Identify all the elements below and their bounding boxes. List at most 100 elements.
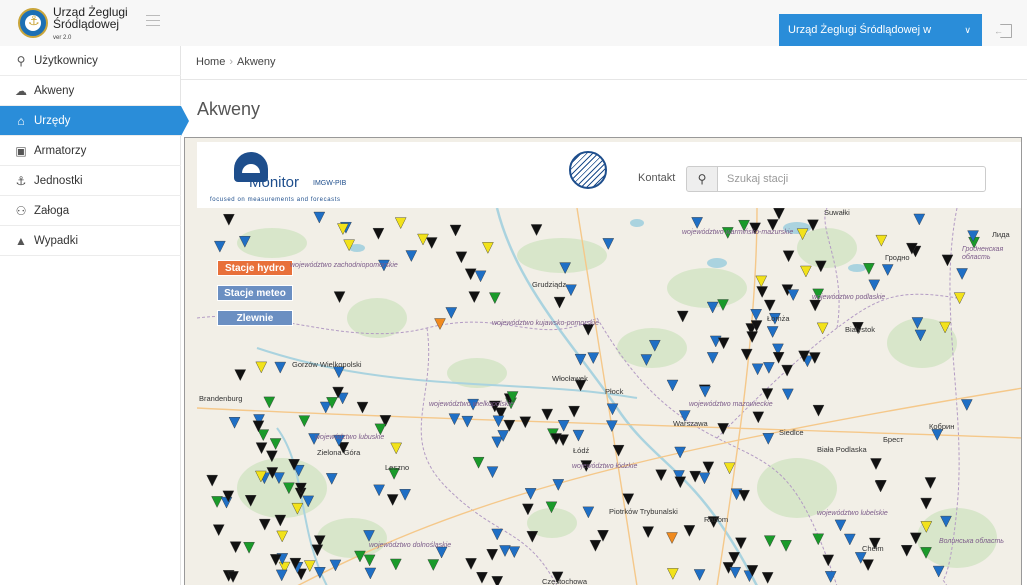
station-marker[interactable] xyxy=(723,462,736,475)
station-marker[interactable] xyxy=(761,572,774,584)
station-marker[interactable] xyxy=(476,572,488,584)
station-marker[interactable] xyxy=(243,542,255,554)
imgw-logo-icon[interactable] xyxy=(569,151,607,189)
station-marker[interactable] xyxy=(800,265,812,278)
station-marker[interactable] xyxy=(325,473,338,485)
station-marker[interactable] xyxy=(666,532,678,544)
station-marker[interactable] xyxy=(875,234,888,247)
station-marker[interactable] xyxy=(763,299,776,312)
station-marker[interactable] xyxy=(812,404,825,417)
station-marker[interactable] xyxy=(756,286,768,298)
station-marker[interactable] xyxy=(220,496,233,509)
station-marker[interactable] xyxy=(269,554,282,566)
station-marker[interactable] xyxy=(738,489,750,502)
station-marker[interactable] xyxy=(212,524,225,537)
station-marker[interactable] xyxy=(269,438,282,450)
station-marker[interactable] xyxy=(228,417,241,429)
sidebar-item-vessels[interactable]: ⚓ Jednostki xyxy=(0,166,181,196)
station-marker[interactable] xyxy=(255,442,268,455)
station-marker[interactable] xyxy=(941,254,954,267)
station-marker[interactable] xyxy=(333,291,346,304)
station-marker[interactable] xyxy=(386,494,399,506)
station-search-input[interactable] xyxy=(717,166,986,192)
station-marker[interactable] xyxy=(405,250,418,262)
station-marker[interactable] xyxy=(702,461,715,474)
station-marker[interactable] xyxy=(474,270,487,283)
station-marker[interactable] xyxy=(763,362,775,374)
station-marker[interactable] xyxy=(206,474,218,487)
station-marker[interactable] xyxy=(729,567,742,579)
station-marker[interactable] xyxy=(787,289,800,302)
station-marker[interactable] xyxy=(257,429,270,442)
organization-dropdown[interactable]: Urząd Żeglugi Śródlądowej w Szczecinie ∨ xyxy=(779,14,982,68)
sidebar-item-crew[interactable]: ⚇ Załoga xyxy=(0,196,181,226)
station-marker[interactable] xyxy=(755,275,768,288)
station-marker[interactable] xyxy=(524,488,537,500)
station-marker[interactable] xyxy=(364,567,377,580)
contact-link[interactable]: Kontakt xyxy=(638,172,675,184)
station-marker[interactable] xyxy=(530,224,543,236)
station-marker[interactable] xyxy=(399,489,411,501)
station-marker[interactable] xyxy=(298,415,311,428)
monitor-logo[interactable]: Monitor IMGW-PIB focused on measurements… xyxy=(209,146,379,204)
station-marker[interactable] xyxy=(482,242,494,254)
station-marker[interactable] xyxy=(780,540,792,552)
station-marker[interactable] xyxy=(541,408,554,421)
app-logo[interactable]: ⚓ Urząd Żeglugi Śródlądowej ver 2.0 xyxy=(0,0,168,46)
station-marker[interactable] xyxy=(425,237,438,249)
station-marker[interactable] xyxy=(824,571,837,583)
sidebar-item-water-areas[interactable]: ☁ Akweny xyxy=(0,76,181,106)
station-marker[interactable] xyxy=(870,458,882,470)
station-marker[interactable] xyxy=(766,326,779,338)
station-marker[interactable] xyxy=(255,361,268,374)
station-marker[interactable] xyxy=(464,268,477,281)
station-marker[interactable] xyxy=(728,552,740,564)
station-marker[interactable] xyxy=(449,224,462,237)
meteo-stations-button[interactable]: Stacje meteo xyxy=(217,285,293,301)
station-marker[interactable] xyxy=(565,284,577,297)
station-marker[interactable] xyxy=(698,472,711,485)
station-marker[interactable] xyxy=(763,535,776,548)
station-marker[interactable] xyxy=(275,569,288,582)
station-marker[interactable] xyxy=(667,568,679,580)
station-marker[interactable] xyxy=(519,416,532,429)
station-marker[interactable] xyxy=(843,533,856,546)
sidebar-item-users[interactable]: ⚲ Użytkownicy xyxy=(0,46,181,76)
station-marker[interactable] xyxy=(582,506,595,519)
station-marker[interactable] xyxy=(427,559,440,571)
logout-icon[interactable]: ← xyxy=(994,24,1012,38)
station-marker[interactable] xyxy=(655,469,667,482)
station-marker[interactable] xyxy=(674,476,687,489)
station-marker[interactable] xyxy=(461,415,474,428)
station-marker[interactable] xyxy=(751,363,764,376)
search-icon[interactable]: ⚲ xyxy=(686,166,718,192)
station-marker[interactable] xyxy=(434,318,446,330)
sidebar-item-shipowners[interactable]: ▣ Armatorzy xyxy=(0,136,181,166)
station-marker[interactable] xyxy=(489,292,501,305)
station-map[interactable]: Stacje hydro Stacje meteo Zlewnie wojewó… xyxy=(196,207,1021,585)
station-marker[interactable] xyxy=(553,296,566,309)
station-marker[interactable] xyxy=(956,268,968,280)
station-marker[interactable] xyxy=(920,497,932,510)
station-marker[interactable] xyxy=(587,352,600,365)
station-marker[interactable] xyxy=(875,480,887,492)
station-marker[interactable] xyxy=(589,540,602,552)
station-marker[interactable] xyxy=(214,240,226,253)
station-marker[interactable] xyxy=(394,217,407,230)
station-marker[interactable] xyxy=(612,444,625,457)
station-marker[interactable] xyxy=(274,361,287,374)
station-marker[interactable] xyxy=(740,348,753,361)
station-marker[interactable] xyxy=(960,399,973,411)
station-marker[interactable] xyxy=(508,546,521,559)
station-marker[interactable] xyxy=(782,250,795,263)
station-marker[interactable] xyxy=(372,228,385,240)
station-marker[interactable] xyxy=(762,433,775,445)
station-marker[interactable] xyxy=(390,558,402,571)
station-marker[interactable] xyxy=(263,396,276,409)
station-marker[interactable] xyxy=(735,537,747,550)
station-marker[interactable] xyxy=(491,436,504,449)
station-marker[interactable] xyxy=(689,470,701,483)
station-marker[interactable] xyxy=(229,541,242,554)
station-marker[interactable] xyxy=(913,213,926,226)
basins-button[interactable]: Zlewnie xyxy=(217,310,293,326)
